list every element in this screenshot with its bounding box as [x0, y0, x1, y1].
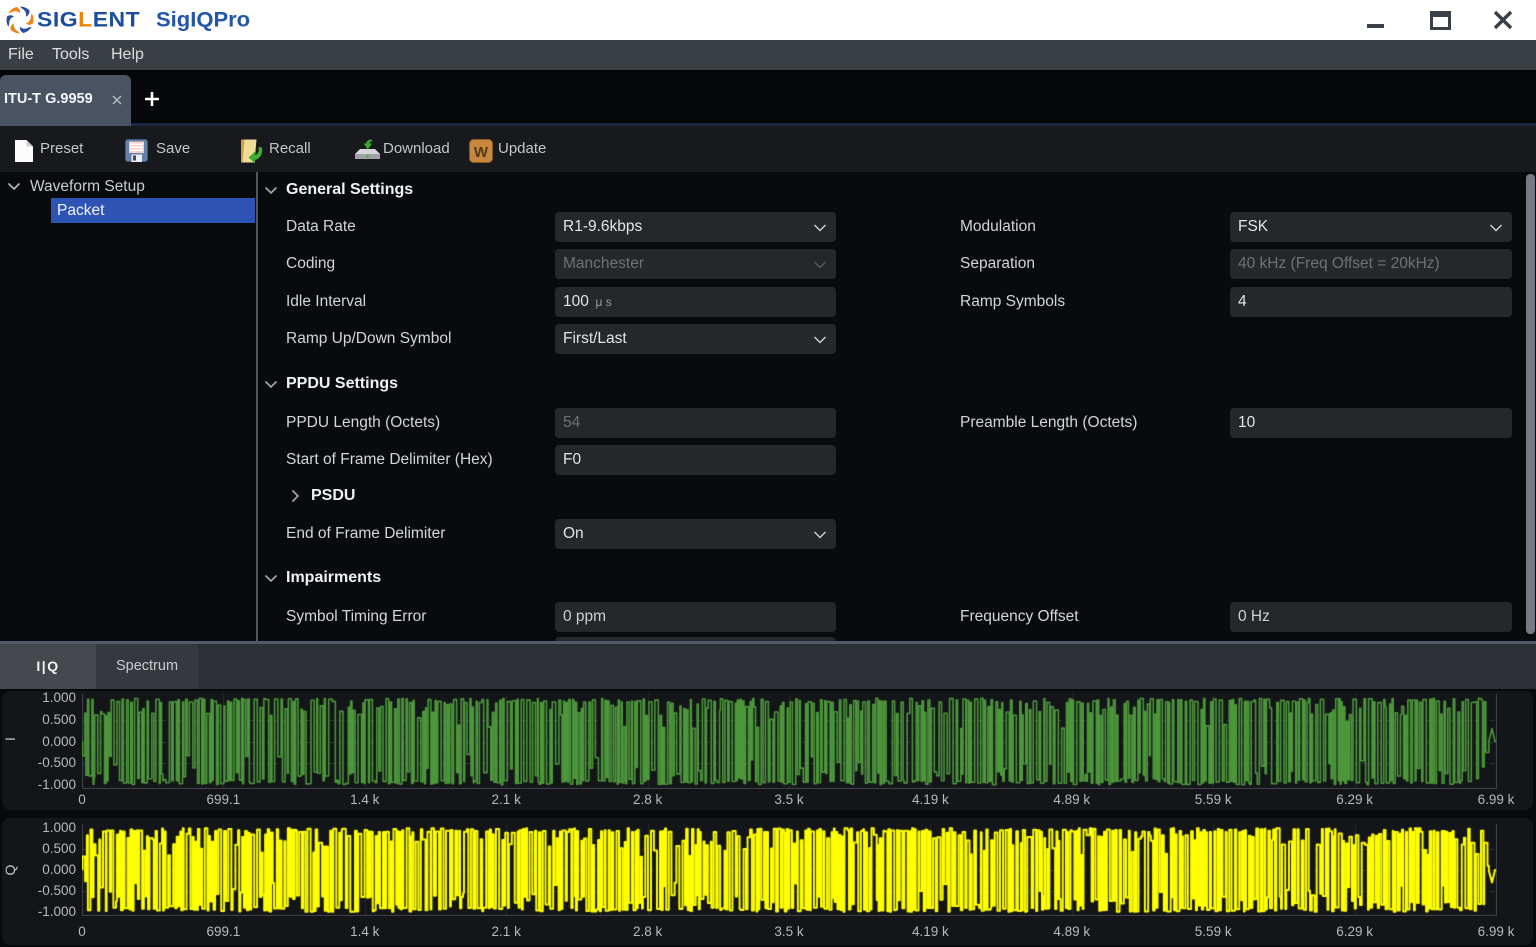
- svg-text:W: W: [474, 144, 489, 161]
